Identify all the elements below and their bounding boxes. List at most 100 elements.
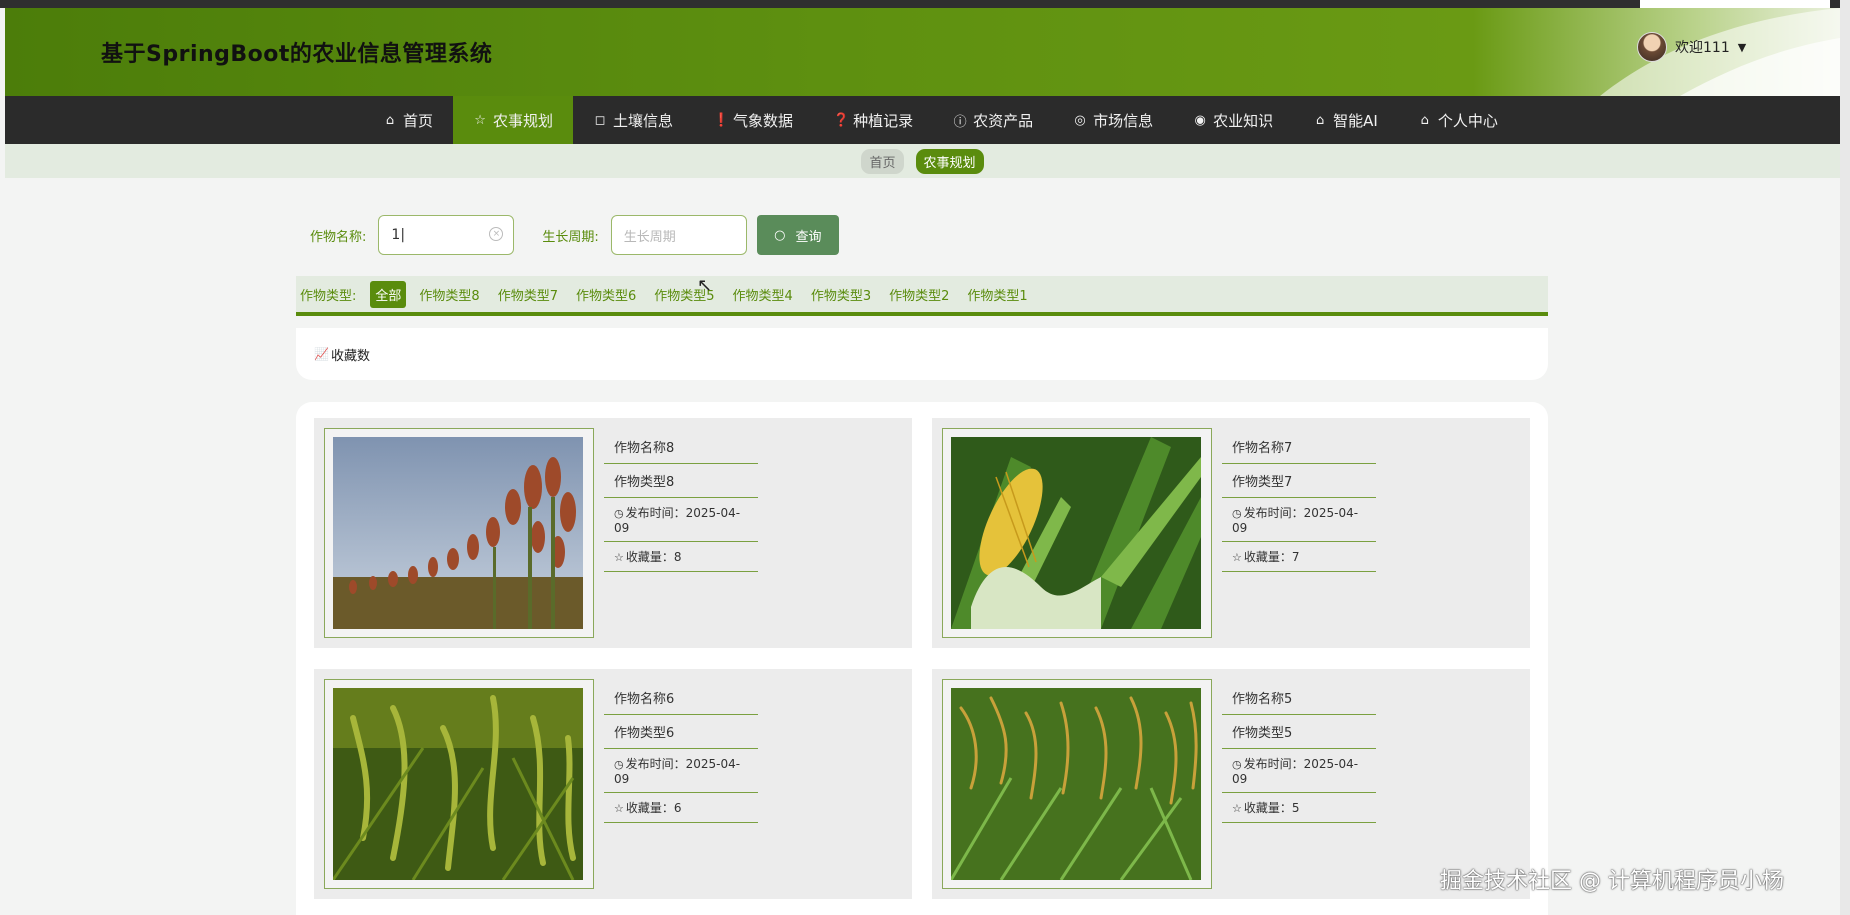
nav-item[interactable]: ◎ 市场信息: [1053, 96, 1173, 144]
crop-name: 作物名称7: [1222, 430, 1376, 464]
publish-date: 发布时间：2025-04-09: [1232, 506, 1359, 535]
browser-toolbar-icons: [1640, 0, 1830, 8]
page-scrollbar[interactable]: [1840, 0, 1850, 915]
search-form: 作物名称: 1 | × 生长周期: 生长周期 ○ 查询: [310, 215, 839, 255]
growth-cycle-label: 生长周期:: [542, 229, 599, 245]
type-filter-item[interactable]: 作物类型6: [571, 281, 641, 308]
main-nav: ⌂ 首页 ☆ 农事规划 ◻ 土壤信息 ❗ 气象数据 ❓ 种植记录 ⓘ 农资产品 ◎ 市场信息 ◉ 农业知识 ⌂ 智…: [5, 96, 1840, 144]
nav-item[interactable]: ⌂ 首页: [363, 96, 453, 144]
breadcrumb-current: 农事规划: [915, 148, 984, 174]
user-menu[interactable]: 欢迎111 ▼: [1637, 32, 1746, 62]
crop-type: 作物类型5: [1222, 715, 1376, 749]
nav-icon: ⓘ: [953, 114, 967, 130]
crop-type: 作物类型6: [604, 715, 758, 749]
crop-name: 作物名称8: [604, 430, 758, 464]
crop-image-rice[interactable]: [942, 679, 1212, 889]
nav-label: 首页: [403, 111, 434, 130]
nav-icon: ◎: [1074, 112, 1086, 128]
crop-image-millet[interactable]: [324, 679, 594, 889]
nav-item[interactable]: ◉ 农业知识: [1173, 96, 1293, 144]
clock-icon: ◷: [614, 507, 624, 520]
crop-info: 作物名称6 作物类型6 ◷ 发布时间：2025-04-09 ☆ 收藏量：6: [604, 681, 758, 823]
crop-type: 作物类型7: [1222, 464, 1376, 498]
growth-cycle-input[interactable]: 生长周期: [610, 215, 747, 255]
crop-card-list: 作物名称8 作物类型8 ◷ 发布时间：2025-04-09 ☆ 收藏量：8 作物名称…: [296, 402, 1548, 915]
clock-icon: ◷: [614, 758, 624, 771]
sort-bar: 📈 收藏数: [296, 328, 1548, 380]
nav-item[interactable]: ⌂ 个人中心: [1398, 96, 1518, 144]
crop-name-value: 1: [391, 227, 401, 243]
crop-type-label: 作物类型:: [300, 288, 357, 304]
nav-icon: ❓: [833, 112, 850, 128]
nav-label: 智能AI: [1333, 111, 1378, 130]
breadcrumb: 首页 农事规划: [5, 144, 1840, 178]
nav-item[interactable]: ☆ 农事规划: [453, 96, 574, 144]
nav-icon: ☆: [474, 112, 486, 128]
crop-card[interactable]: 作物名称8 作物类型8 ◷ 发布时间：2025-04-09 ☆ 收藏量：8: [314, 418, 912, 648]
browser-top-strip: [0, 0, 1850, 8]
crop-name-input[interactable]: 1 | ×: [378, 215, 515, 255]
publish-date: 发布时间：2025-04-09: [1232, 757, 1359, 786]
star-icon: ☆: [614, 551, 624, 564]
clear-icon[interactable]: ×: [489, 227, 504, 241]
breadcrumb-home[interactable]: 首页: [861, 148, 904, 174]
type-filter-item[interactable]: 作物类型7: [493, 281, 563, 308]
avatar[interactable]: [1637, 32, 1667, 62]
search-button[interactable]: ○ 查询: [756, 215, 839, 255]
type-filter-item[interactable]: 作物类型8: [414, 281, 484, 308]
star-icon: ☆: [1232, 551, 1242, 564]
publish-date: 发布时间：2025-04-09: [614, 506, 741, 535]
site-title: 基于SpringBoot的农业信息管理系统: [101, 42, 493, 67]
favorite-count: 收藏量：7: [1243, 550, 1300, 564]
nav-label: 农资产品: [973, 111, 1034, 130]
publish-date: 发布时间：2025-04-09: [614, 757, 741, 786]
site-header: 基于SpringBoot的农业信息管理系统 欢迎111 ▼: [5, 8, 1840, 96]
crop-info: 作物名称5 作物类型5 ◷ 发布时间：2025-04-09 ☆ 收藏量：5: [1222, 681, 1376, 823]
chart-icon: 📈: [314, 347, 329, 361]
mouse-cursor-icon: ↖: [697, 275, 713, 296]
type-filter-item[interactable]: 作物类型3: [806, 281, 876, 308]
nav-icon: ❗: [713, 112, 730, 128]
crop-card[interactable]: 作物名称7 作物类型7 ◷ 发布时间：2025-04-09 ☆ 收藏量：7: [932, 418, 1530, 648]
caret-down-icon[interactable]: ▼: [1738, 41, 1746, 54]
crop-info: 作物名称8 作物类型8 ◷ 发布时间：2025-04-09 ☆ 收藏量：8: [604, 430, 758, 572]
nav-label: 气象数据: [733, 111, 794, 130]
nav-item[interactable]: ⌂ 智能AI: [1293, 96, 1398, 144]
crop-type-filter: 作物类型: 全部 作物类型8 作物类型7 作物类型6 作物类型5 作物类型4 作物类型3 作物…: [296, 276, 1548, 316]
nav-icon: ◻: [594, 112, 606, 128]
sort-by-favorites[interactable]: 收藏数: [331, 345, 370, 364]
nav-label: 市场信息: [1093, 111, 1154, 130]
nav-icon: ◉: [1194, 112, 1206, 128]
star-icon: ☆: [1232, 802, 1242, 815]
growth-cycle-placeholder: 生长周期: [623, 229, 676, 245]
type-filter-item[interactable]: 作物类型2: [884, 281, 954, 308]
crop-image-corn[interactable]: [942, 428, 1212, 638]
nav-icon: ⌂: [1420, 112, 1429, 128]
favorite-count: 收藏量：6: [625, 801, 682, 815]
crop-info: 作物名称7 作物类型7 ◷ 发布时间：2025-04-09 ☆ 收藏量：7: [1222, 430, 1376, 572]
nav-label: 农业知识: [1213, 111, 1274, 130]
nav-item[interactable]: ❗ 气象数据: [693, 96, 813, 144]
crop-name: 作物名称6: [604, 681, 758, 715]
nav-icon: ⌂: [385, 112, 395, 128]
nav-item[interactable]: ❓ 种植记录: [813, 96, 933, 144]
type-filter-item[interactable]: 作物类型4: [728, 281, 798, 308]
star-icon: ☆: [614, 802, 624, 815]
favorite-count: 收藏量：8: [625, 550, 682, 564]
nav-label: 土壤信息: [613, 111, 674, 130]
clock-icon: ◷: [1232, 507, 1242, 520]
welcome-text[interactable]: 欢迎111: [1675, 37, 1730, 57]
favorite-count: 收藏量：5: [1243, 801, 1300, 815]
search-button-label: 查询: [795, 229, 822, 245]
crop-image-sorghum[interactable]: [324, 428, 594, 638]
clock-icon: ◷: [1232, 758, 1242, 771]
nav-item[interactable]: ⓘ 农资产品: [933, 96, 1053, 144]
nav-item[interactable]: ◻ 土壤信息: [573, 96, 693, 144]
type-filter-item[interactable]: 作物类型1: [962, 281, 1032, 308]
crop-card[interactable]: 作物名称6 作物类型6 ◷ 发布时间：2025-04-09 ☆ 收藏量：6: [314, 669, 912, 899]
crop-type: 作物类型8: [604, 464, 758, 498]
search-icon: ○: [774, 227, 786, 243]
type-filter-all[interactable]: 全部: [370, 280, 407, 308]
crop-name: 作物名称5: [1222, 681, 1376, 715]
nav-label: 种植记录: [853, 111, 914, 130]
